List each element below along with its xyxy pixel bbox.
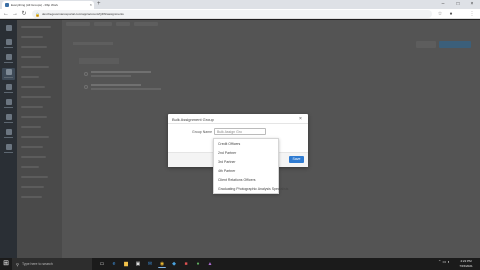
file-explorer-icon[interactable]: ▆ [122, 260, 130, 268]
group-name-label: Group Name [192, 130, 213, 134]
rail-logo-icon[interactable] [2, 24, 15, 36]
mail-icon[interactable]: ✉ [146, 260, 154, 268]
screen: Everything (All Groups) - Rbp Work × + –… [0, 0, 480, 270]
content-tab[interactable] [94, 22, 112, 26]
windows-taskbar: ⊞ ⚲ Type here to search ▭ e ▆ ▣ ✉ ◉ ◆ ■ … [0, 258, 480, 270]
site-favicon-icon [5, 3, 9, 7]
system-tray-icons[interactable]: ⌃ ▭ ◖ [438, 259, 450, 264]
window-close-button[interactable]: × [465, 0, 479, 9]
taskbar-search[interactable]: ⚲ Type here to search [12, 258, 92, 270]
app-sidebar [17, 20, 62, 258]
radio-icon[interactable] [84, 72, 88, 76]
sidebar-item[interactable] [21, 156, 46, 158]
sidebar-item[interactable] [21, 36, 43, 38]
page-title [73, 42, 113, 45]
task-view-icon[interactable]: ▭ [98, 260, 106, 268]
panel-header [79, 58, 119, 64]
back-arrow-icon[interactable]: ← [2, 10, 10, 18]
rail-item-home-icon[interactable] [2, 38, 15, 50]
content-tab[interactable] [116, 22, 130, 26]
sidebar-item[interactable] [21, 146, 43, 148]
rail-item-documents-icon[interactable] [2, 98, 15, 110]
group-name-dropdown: Credit Officers 2nd Partner 3rd Partner … [213, 138, 288, 194]
sidebar-item[interactable] [21, 116, 47, 118]
sidebar-item[interactable] [21, 166, 39, 168]
save-button[interactable]: Save [289, 156, 304, 163]
reload-icon[interactable]: ↻ [20, 10, 28, 18]
content-tab[interactable] [66, 22, 90, 26]
app-icon[interactable]: ■ [182, 260, 190, 268]
rail-item-reports-icon[interactable] [2, 53, 15, 65]
dropdown-option[interactable]: 2nd Partner [214, 149, 278, 158]
primary-button[interactable] [439, 41, 471, 48]
app-icon[interactable]: ▲ [206, 260, 214, 268]
group-name-value: Bulk Assign Gro [217, 130, 242, 134]
secondary-button[interactable] [416, 41, 436, 48]
dialog-header: Bulk Assignment Group × [168, 114, 308, 124]
dropdown-option[interactable]: 3rd Partner [214, 158, 278, 167]
app-icon[interactable]: ◆ [170, 260, 178, 268]
dialog-title: Bulk Assignment Group [172, 117, 214, 122]
sidebar-item[interactable] [21, 66, 49, 68]
forward-arrow-icon[interactable]: → [11, 10, 19, 18]
star-icon[interactable]: ☆ [436, 10, 444, 18]
taskbar-search-placeholder: Type here to search [21, 262, 53, 266]
dropdown-option[interactable]: Client Relations Officers [214, 176, 278, 185]
rail-item-assignments-icon[interactable] [2, 68, 15, 80]
window-maximize-button[interactable]: □ [451, 0, 465, 9]
browser-menu-icon[interactable]: ⋮ [468, 10, 476, 18]
window-minimize-button[interactable]: – [436, 0, 450, 9]
edge-icon[interactable]: e [110, 260, 118, 268]
browser-toolbar: ← → ↻ 🔒 dev.thegovernanceportal.com/app/… [0, 9, 480, 19]
browser-tab-title: Everything (All Groups) - Rbp Work [11, 3, 58, 7]
tab-close-icon[interactable]: × [90, 3, 92, 7]
dropdown-option[interactable]: Credit Officers [214, 140, 278, 149]
app-icon[interactable]: ● [194, 260, 202, 268]
list-item[interactable] [84, 83, 284, 93]
sidebar-item[interactable] [21, 46, 47, 48]
list-item[interactable] [84, 70, 284, 80]
close-icon[interactable]: × [299, 116, 302, 122]
sidebar-item[interactable] [21, 176, 48, 178]
rail-item-calendar-icon[interactable] [2, 113, 15, 125]
radio-icon[interactable] [84, 85, 88, 89]
sidebar-item[interactable] [21, 196, 42, 198]
address-url: dev.thegovernanceportal.com/app/account/… [41, 12, 124, 16]
address-bar[interactable]: 🔒 dev.thegovernanceportal.com/app/accoun… [32, 10, 432, 18]
profile-avatar-icon[interactable]: ● [447, 10, 455, 18]
sidebar-item[interactable] [21, 186, 44, 188]
sidebar-item[interactable] [21, 26, 51, 28]
rail-item-settings-icon[interactable] [2, 128, 15, 140]
sidebar-item[interactable] [21, 126, 41, 128]
lock-icon: 🔒 [35, 11, 40, 17]
search-icon: ⚲ [16, 261, 19, 267]
taskbar-clock[interactable]: 4:22 PM 7/15/2021 [455, 259, 477, 269]
sidebar-item[interactable] [21, 86, 45, 88]
sidebar-item[interactable] [21, 96, 51, 98]
windows-start-icon[interactable]: ⊞ [0, 258, 12, 270]
clock-date: 7/15/2021 [459, 264, 473, 268]
dropdown-option[interactable]: Graduating Photographic Analysis Special… [214, 185, 288, 194]
sidebar-item[interactable] [21, 106, 43, 108]
chrome-icon[interactable]: ◉ [158, 260, 166, 268]
sidebar-item[interactable] [21, 136, 49, 138]
sidebar-item[interactable] [21, 76, 39, 78]
store-icon[interactable]: ▣ [134, 260, 142, 268]
content-tab[interactable] [134, 22, 158, 26]
dropdown-option[interactable]: 4th Partner [214, 167, 278, 176]
browser-tab[interactable]: Everything (All Groups) - Rbp Work × [2, 1, 94, 9]
browser-tab-strip: Everything (All Groups) - Rbp Work × + –… [0, 0, 480, 9]
group-name-input[interactable]: Bulk Assign Gro [214, 128, 266, 135]
sidebar-item[interactable] [21, 56, 41, 58]
new-tab-button[interactable]: + [97, 1, 101, 8]
rail-item-users-icon[interactable] [2, 83, 15, 95]
rail-item-help-icon[interactable] [2, 143, 15, 155]
app-left-rail [0, 20, 17, 258]
